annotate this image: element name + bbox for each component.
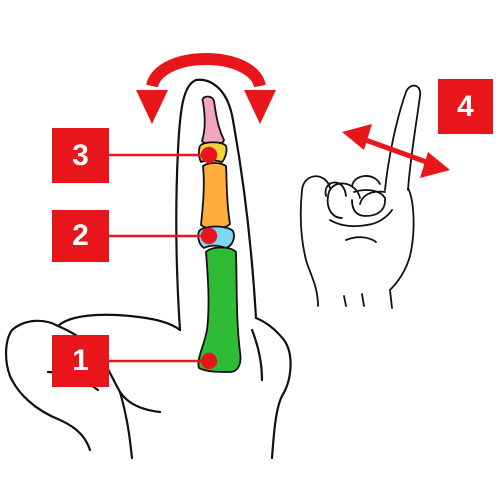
callout-badge-4: 4 <box>438 79 493 134</box>
callout-badge-2: 2 <box>52 210 109 262</box>
callout-badge-label: 2 <box>72 219 89 252</box>
mcp-joint-dot <box>200 352 218 370</box>
middle-phalanx <box>200 162 231 230</box>
callout-badge-label: 4 <box>457 89 474 123</box>
hand-outline <box>5 78 292 460</box>
pip-joint-dot <box>200 227 218 245</box>
dip-joint-dot <box>200 146 218 164</box>
callout-badge-1: 1 <box>52 335 109 387</box>
proximal-phalanx <box>197 246 242 373</box>
callout-badge-label: 3 <box>72 138 89 172</box>
callout-leaders <box>109 146 218 370</box>
distal-phalanx <box>201 95 225 146</box>
callout-badge-label: 1 <box>72 344 89 377</box>
callout-badge-3: 3 <box>52 128 109 183</box>
side-to-side-arrow-icon <box>342 124 450 178</box>
small-hand-icon <box>299 84 422 309</box>
